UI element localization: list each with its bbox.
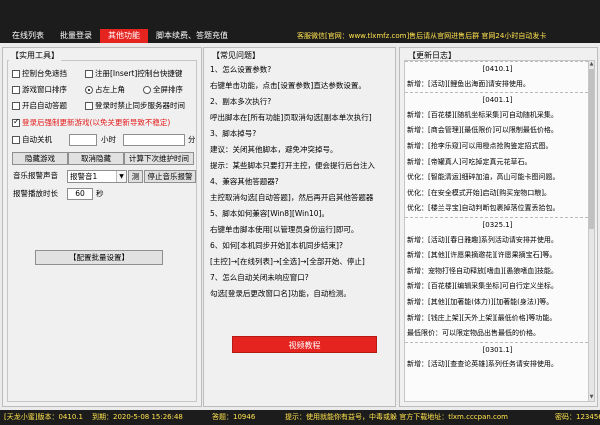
log-version-header: [0301.1]: [405, 341, 588, 358]
alarm-duration-input[interactable]: 60: [67, 188, 93, 200]
status-version: [天龙小蜜]版本：0410.1: [4, 413, 83, 421]
faq-line: 5、脚本如何兼容[Win8][Win10]。: [210, 209, 329, 218]
music-alarm-label: 音乐报警声音: [13, 171, 58, 180]
opt-register-hotkey[interactable]: 注册[Insert]控制台快捷键: [85, 68, 182, 79]
log-entry: 优化：[楼兰寻宝]自动判断包裹掉落位置丢拾包。: [407, 204, 560, 213]
top-left-radio[interactable]: [85, 85, 93, 94]
opt-window-sort[interactable]: 游戏窗口排序: [12, 84, 67, 95]
status-tip: 提示：使用就能你有益号，中毒或躲 官方下载地址：tlxm.cccpan.com: [285, 413, 508, 421]
faq-line: 右键单击功能，点击[设置参数]直达参数设置。: [210, 81, 366, 90]
update-log-scrollbar[interactable]: ▲ ▼: [588, 60, 595, 402]
block-sync-checkbox[interactable]: [85, 101, 93, 110]
stop-music-button[interactable]: 停止音乐报警: [144, 170, 196, 183]
utility-tools-frame: [7, 60, 197, 402]
log-entry: 优化：[智能清运]细碎加油，高山可能卡图问题。: [407, 173, 560, 182]
log-entry: 新增：[帝罐真人]可吃掉定真元花草石。: [407, 157, 532, 166]
radio-fullscreen[interactable]: 全屏排序: [143, 84, 183, 95]
faq-line: 2、副本多次执行?: [210, 97, 272, 106]
faq-line: 建议：关闭其他脚本，避免冲突掉号。: [210, 145, 338, 154]
status-expiry: 到期：2020-5-08 15:26:48: [92, 413, 183, 421]
radio-top-left[interactable]: 占左上角: [85, 84, 125, 95]
next-maintenance-button[interactable]: 计算下次维护时间: [124, 152, 194, 165]
faq-line: 勾选[登录后更改窗口名]功能，自动检测。: [210, 289, 351, 298]
log-version-header: [0410.1]: [405, 61, 588, 77]
auto-close-hours-input[interactable]: [69, 134, 97, 146]
opt-force-update[interactable]: 登录后强制更新游戏(以免关更新导致不稳定): [12, 117, 170, 128]
scroll-down-icon[interactable]: ▼: [589, 394, 594, 401]
test-sound-button[interactable]: 测: [128, 170, 143, 183]
log-entry: 新增：[其他][加著能(体力)][加著能(身法)]等。: [407, 297, 554, 306]
faq-panel: 【常见问题】 1、怎么设置参数? 右键单击功能，点击[设置参数]直达参数设置。 2、…: [203, 47, 396, 407]
hide-game-button[interactable]: 隐藏游戏: [12, 152, 68, 165]
log-entry: 优化：[在安全模式开始]启动[购买宠物口粮]。: [407, 188, 551, 197]
update-log-list: [0410.1] 新增：[活动][鲤鱼出海面]请安排使用。 [0401.1] 新增：[…: [404, 60, 589, 402]
update-log-panel: 【更新日志】 [0410.1] 新增：[活动][鲤鱼出海面]请安排使用。 [0401…: [399, 47, 598, 407]
minutes-unit: 分: [188, 135, 196, 144]
force-update-checkbox[interactable]: [12, 117, 20, 127]
fullscreen-radio[interactable]: [143, 85, 151, 94]
log-entry: 最低限价：可以限定物品出售最低的价格。: [407, 329, 540, 338]
opt-auto-close[interactable]: 自动关机: [12, 134, 52, 145]
faq-list: 1、怎么设置参数? 右键单击功能，点击[设置参数]直达参数设置。 2、副本多次执行?…: [210, 62, 391, 302]
log-version-header: [0325.1]: [405, 216, 588, 233]
faq-title: 【常见问题】: [210, 50, 262, 61]
opt-block-sync[interactable]: 登录时禁止同步服务器时间: [85, 100, 185, 111]
status-answers: 答题：10946: [212, 413, 256, 421]
top-banner: 在线列表 批量登录 其他功能 脚本续费、答题充值 客服微信[官网：www.tlx…: [0, 0, 600, 43]
main-tabs: 在线列表 批量登录 其他功能 脚本续费、答题充值: [4, 29, 236, 43]
faq-line: 4、兼容其他答题器?: [210, 177, 279, 186]
log-entry: 新增：[活动][春日雅趣]系列活动请安排并使用。: [407, 235, 558, 244]
log-version-header: [0401.1]: [405, 92, 588, 108]
tab-online-list[interactable]: 在线列表: [4, 29, 52, 43]
window-sort-checkbox[interactable]: [12, 85, 20, 94]
log-entry: 新增：[活动][查查论英雄]系列任务请安排使用。: [407, 360, 558, 369]
tab-other-functions[interactable]: 其他功能: [100, 29, 148, 43]
faq-line: 提示：某些脚本只要打开主控，便会提行后台注入: [210, 161, 375, 170]
log-entry: 新增：[商会管理][最低限价]可以限制最低价格。: [407, 126, 558, 135]
alarm-duration-label: 报警播放时长: [13, 189, 58, 198]
hours-unit: 小时: [101, 135, 116, 144]
auto-close-minutes-input[interactable]: [123, 134, 185, 146]
seconds-unit: 秒: [96, 189, 104, 198]
opt-console-hide[interactable]: 控制台免遮挡: [12, 68, 67, 79]
cancel-hide-button[interactable]: 取消隐藏: [68, 152, 124, 165]
status-bar: [天龙小蜜]版本：0410.1 到期：2020-5-08 15:26:48 答题…: [0, 410, 600, 425]
utility-tools-title: 【实用工具】: [9, 50, 61, 61]
scroll-up-icon[interactable]: ▲: [589, 61, 594, 68]
log-entry: 新增：[活动][鲤鱼出海面]请安排使用。: [407, 79, 530, 88]
log-entry: 新增：[抢李乐窥]可以用橙点抢购鉴定招式图。: [407, 141, 553, 150]
music-alarm-select[interactable]: 报警音1 ▼: [67, 170, 127, 183]
faq-line: 主控取消勾选[自动答题]，然后再开启其他答题器: [210, 193, 374, 202]
scroll-thumb[interactable]: [589, 69, 594, 229]
log-entry: 新增：[其他][许愿果摘邀花][许愿果摘宝石]等。: [407, 251, 557, 260]
log-entry: 新增：宠物打怪自动释放[嗜血][愚狼嗜血]技能。: [407, 266, 558, 275]
register-hotkey-checkbox[interactable]: [85, 69, 93, 78]
video-tutorial-button[interactable]: 视频教程: [232, 336, 377, 353]
console-hide-checkbox[interactable]: [12, 69, 20, 78]
chevron-down-icon[interactable]: ▼: [116, 171, 126, 182]
auto-close-checkbox[interactable]: [12, 135, 20, 144]
faq-line: 1、怎么设置参数?: [210, 65, 272, 74]
faq-line: 右键单击脚本使用[以管理员身份运行]即可。: [210, 225, 359, 234]
faq-line: [主控]→[在线列表]→[全选]→[全部开始、停止]: [210, 257, 365, 266]
log-entry: 新增：[钱庄上架][天外上架][最低价格]等功能。: [407, 313, 557, 322]
faq-line: 3、脚本掉号?: [210, 129, 257, 138]
config-batch-button[interactable]: 【配置批量设置】: [35, 250, 163, 265]
log-entry: 新增：[百花楼][编辑采集坐标]可自行定义坐标。: [407, 282, 558, 291]
top-notice: 客服微信[官网：www.tlxmfz.com]售后请从官网进售后群 官网24小时…: [297, 32, 547, 40]
faq-line: 6、如何[本机同步开始][本机同步结束]?: [210, 241, 343, 250]
utility-tools-panel: 【实用工具】 控制台免遮挡 注册[Insert]控制台快捷键 游戏窗口排序 占左…: [2, 47, 202, 407]
log-entry: 新增：[百花楼][随机坐标采集]可自动随机采集。: [407, 110, 558, 119]
tab-renew-recharge[interactable]: 脚本续费、答题充值: [148, 29, 236, 43]
auto-answer-checkbox[interactable]: [12, 101, 20, 110]
status-password: 密码：123456: [555, 413, 600, 421]
opt-auto-answer[interactable]: 开启自动答题: [12, 100, 67, 111]
tab-batch-login[interactable]: 批量登录: [52, 29, 100, 43]
faq-line: 呼出脚本在[所有功能]页取消勾选[副本单次执行]: [210, 113, 372, 122]
faq-line: 7、怎么自动关闭未响应窗口?: [210, 273, 309, 282]
